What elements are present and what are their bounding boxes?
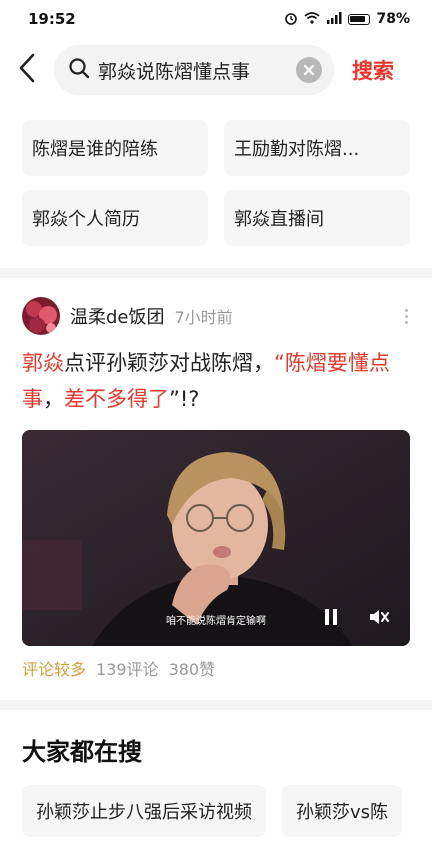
hot-search-chip[interactable]: 孙颖莎vs陈 <box>282 785 403 837</box>
more-options-button[interactable] <box>401 305 412 328</box>
pause-icon <box>325 609 337 625</box>
hot-search-list: 孙颖莎止步八强后采访视频 孙颖莎vs陈 <box>22 785 403 837</box>
post-title[interactable]: 郭焱点评孙颖莎对战陈熠，“陈熠要懂点事，差不多得了”!? <box>22 345 414 417</box>
chevron-left-icon <box>19 53 35 87</box>
hot-search-chip[interactable]: 孙颖莎止步八强后采访视频 <box>22 785 266 837</box>
wifi-icon <box>304 11 321 27</box>
status-time: 19:52 <box>28 10 76 28</box>
more-dot <box>405 308 408 312</box>
hot-search-title: 大家都在搜 <box>22 738 142 766</box>
volume-muted-icon <box>370 610 389 624</box>
video-caption: 咱不能说陈熠肯定输啊 <box>166 616 266 627</box>
search-icon <box>68 57 90 83</box>
title-text: ”!? <box>169 387 200 411</box>
avatar[interactable] <box>22 297 60 335</box>
search-suggestions: 陈熠是谁的陪练 王励勤对陈熠... 郭焱个人简历 郭焱直播间 <box>22 120 410 246</box>
title-highlight: 郭焱 <box>22 351 64 375</box>
post-tag: 评论较多 <box>22 660 87 679</box>
author-name[interactable]: 温柔de饭团 <box>70 303 165 329</box>
post-time: 7小时前 <box>174 308 233 327</box>
battery-percent: 78% <box>376 11 410 27</box>
title-highlight: 差不多得了 <box>64 387 169 411</box>
section-divider <box>0 268 432 278</box>
like-count[interactable]: 380赞 <box>169 656 216 680</box>
search-query[interactable]: 郭焱说陈熠懂点事 <box>98 57 296 84</box>
title-quote: “ <box>274 351 285 375</box>
pause-button[interactable] <box>320 606 342 628</box>
battery-icon <box>348 13 371 25</box>
video-player[interactable]: 咱不能说陈熠肯定输啊 <box>22 430 410 646</box>
more-dot <box>405 314 408 318</box>
suggestion-chip[interactable]: 郭焱个人简历 <box>22 190 208 246</box>
close-icon <box>303 61 315 80</box>
section-divider <box>0 700 432 710</box>
alarm-icon <box>284 11 298 28</box>
back-button[interactable] <box>0 42 54 98</box>
title-text: 点评孙颖莎对战陈熠， <box>64 351 274 375</box>
suggestion-chip[interactable]: 陈熠是谁的陪练 <box>22 120 208 176</box>
search-header: 郭焱说陈熠懂点事 搜索 <box>0 42 432 98</box>
title-text: ， <box>43 387 64 411</box>
search-input[interactable]: 郭焱说陈熠懂点事 <box>54 45 334 95</box>
clear-button[interactable] <box>296 57 322 83</box>
signal-icon <box>326 11 342 27</box>
status-bar: 19:52 78% <box>0 0 432 38</box>
status-icons: 78% <box>284 11 410 28</box>
post-author-row: 温柔de饭团 7小时前 <box>22 296 412 336</box>
suggestion-chip[interactable]: 王励勤对陈熠... <box>224 120 410 176</box>
mute-button[interactable] <box>368 606 390 628</box>
comment-count[interactable]: 139评论 <box>96 656 159 680</box>
suggestion-chip[interactable]: 郭焱直播间 <box>224 190 410 246</box>
search-submit-button[interactable]: 搜索 <box>352 55 394 85</box>
post-stats: 评论较多 139评论 380赞 <box>22 656 215 680</box>
more-dot <box>405 320 408 324</box>
